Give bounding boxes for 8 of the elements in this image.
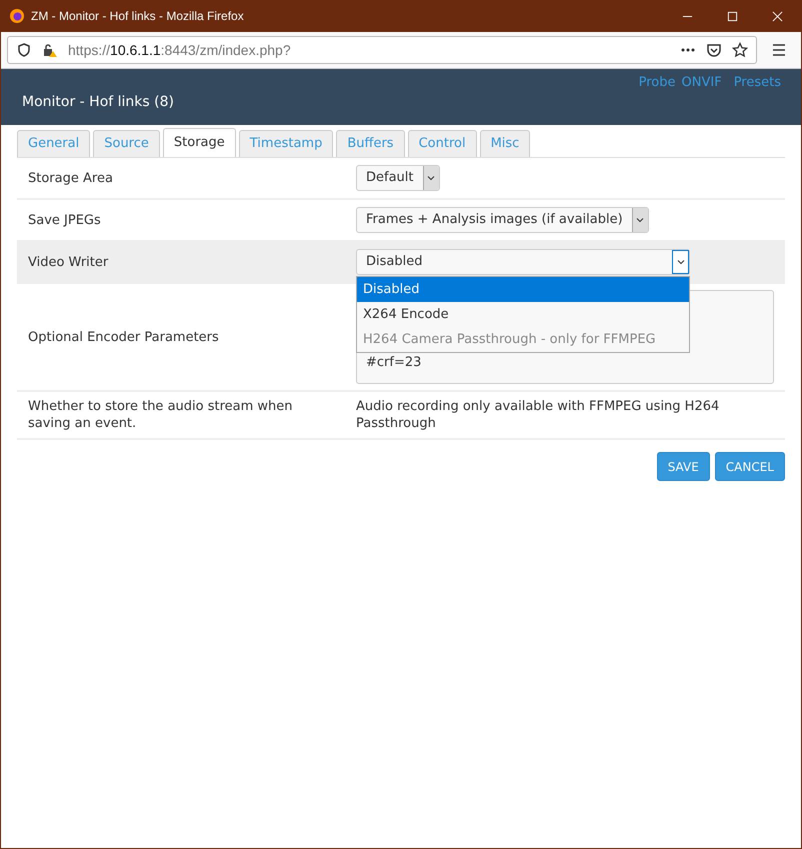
field-label: Save JPEGs xyxy=(27,212,102,228)
field-label: Whether to store the audio stream when saving an event. xyxy=(27,398,294,432)
field-label: Storage Area xyxy=(27,170,114,186)
field-label: Video Writer xyxy=(27,254,110,270)
window-title: ZM - Monitor - Hof links - Mozilla Firefox xyxy=(31,9,245,23)
field-label: Optional Encoder Parameters xyxy=(27,330,220,344)
page-title: Monitor - Hof links (8) xyxy=(22,94,174,110)
field-value: Audio recording only available with FFMPEG using H264 Passthrough xyxy=(356,398,720,432)
